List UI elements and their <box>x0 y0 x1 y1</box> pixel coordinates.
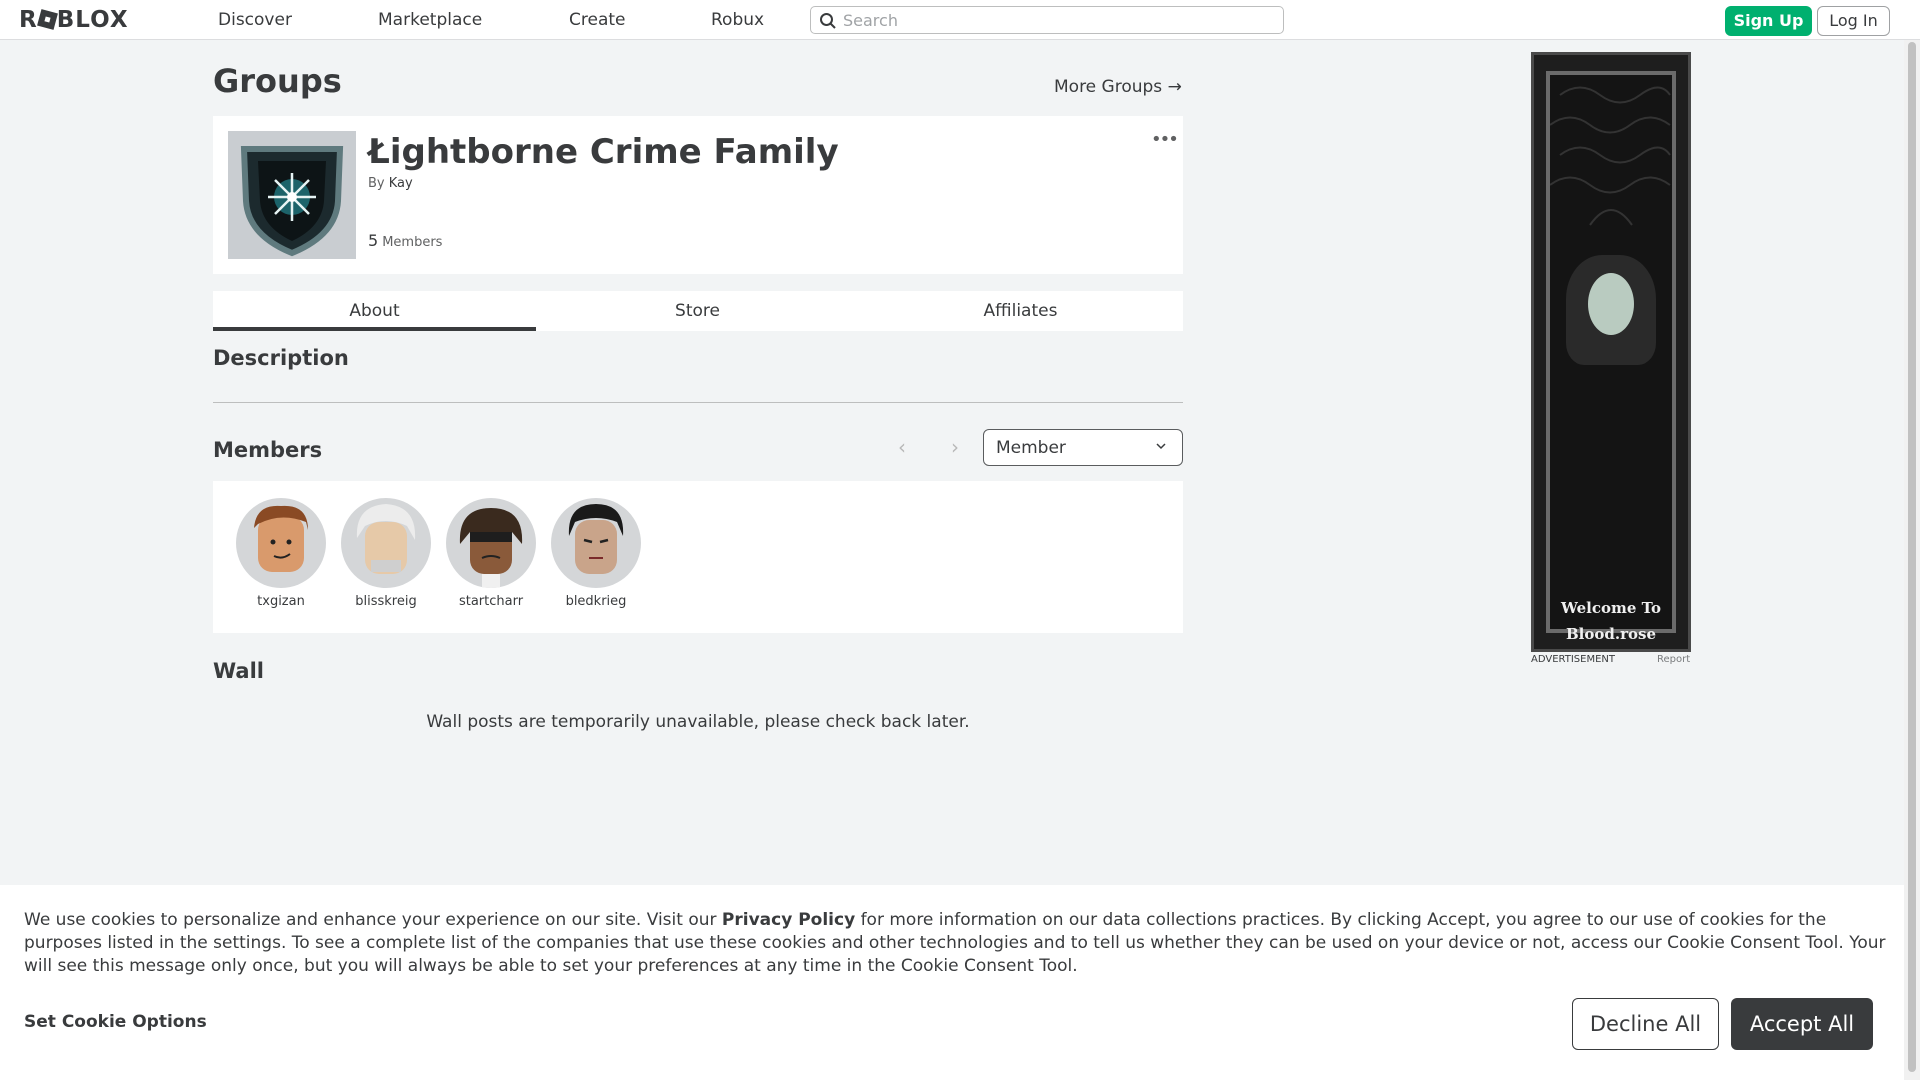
privacy-policy-link[interactable]: Privacy Policy <box>722 910 855 930</box>
signup-button[interactable]: Sign Up <box>1725 6 1812 36</box>
wall-unavailable-message: Wall posts are temporarily unavailable, … <box>426 712 970 732</box>
nav-robux[interactable]: Robux <box>711 10 764 30</box>
group-emblem <box>228 131 356 259</box>
member-card[interactable]: startcharr <box>439 498 543 609</box>
avatar <box>236 498 326 588</box>
members-heading: Members <box>213 438 323 462</box>
by-label: By <box>368 176 385 191</box>
search-input[interactable] <box>843 10 1273 30</box>
wall-heading: Wall <box>213 659 264 683</box>
member-card[interactable]: blisskreig <box>334 498 438 609</box>
tab-affiliates[interactable]: Affiliates <box>859 291 1182 331</box>
set-cookie-options-link[interactable]: Set Cookie Options <box>24 1012 207 1032</box>
description-heading: Description <box>213 346 349 370</box>
member-name: txgizan <box>257 594 305 609</box>
ad-portrait-face <box>1588 273 1634 335</box>
role-select[interactable]: Member <box>983 429 1183 466</box>
chevron-left-icon[interactable]: ‹ <box>898 435 906 459</box>
ad-pattern <box>1550 86 1671 226</box>
decline-all-button[interactable]: Decline All <box>1572 998 1719 1050</box>
members-list: txgizan blisskreig startcharr bledkrieg <box>213 481 1183 633</box>
role-select-value: Member <box>996 438 1066 458</box>
group-tabs: About Store Affiliates <box>213 291 1183 331</box>
login-button[interactable]: Log In <box>1817 6 1890 36</box>
more-groups-link[interactable]: More Groups → <box>1054 77 1182 97</box>
member-card[interactable]: bledkrieg <box>544 498 648 609</box>
ad-text: Welcome To Blood.rose <box>1550 595 1672 647</box>
page-title: Groups <box>213 62 342 100</box>
cookie-text-before: We use cookies to personalize and enhanc… <box>24 910 722 930</box>
top-navigation: R BLOX Discover Marketplace Create Robux … <box>0 0 1920 40</box>
page-scrollbar[interactable] <box>1904 40 1920 1080</box>
group-owner-line: By Kay <box>368 176 413 191</box>
group-header-card: Łightborne Crime Family By Kay 5 Members … <box>213 116 1183 274</box>
member-name: startcharr <box>458 594 524 609</box>
ad-text-line2: Blood.rose <box>1566 625 1656 643</box>
scrollbar-thumb[interactable] <box>1908 42 1916 1072</box>
avatar <box>551 498 641 588</box>
ellipsis-icon[interactable]: ••• <box>1151 129 1179 150</box>
ad-report-link[interactable]: Report <box>1657 654 1690 665</box>
member-name: bledkrieg <box>565 594 627 609</box>
nav-marketplace[interactable]: Marketplace <box>378 10 482 30</box>
roblox-logo[interactable]: R BLOX <box>19 7 129 33</box>
cookie-message: We use cookies to personalize and enhanc… <box>24 909 1890 978</box>
ad-label: ADVERTISEMENT <box>1531 654 1616 665</box>
member-card[interactable]: txgizan <box>229 498 333 609</box>
ad-portrait <box>1566 255 1656 365</box>
section-divider <box>213 402 1183 403</box>
group-member-count: 5 Members <box>368 231 442 250</box>
ad-text-line1: Welcome To <box>1560 599 1662 617</box>
tab-store[interactable]: Store <box>536 291 859 331</box>
nav-discover[interactable]: Discover <box>218 10 292 30</box>
cookie-banner: We use cookies to personalize and enhanc… <box>0 885 1904 1080</box>
member-name: blisskreig <box>355 594 417 609</box>
member-count-label: Members <box>382 235 443 250</box>
accept-all-button[interactable]: Accept All <box>1731 998 1873 1050</box>
advertisement-banner[interactable]: Welcome To Blood.rose <box>1531 52 1691 652</box>
member-count-value: 5 <box>368 231 379 250</box>
chevron-down-icon <box>1156 443 1166 450</box>
nav-create[interactable]: Create <box>569 10 626 30</box>
avatar <box>446 498 536 588</box>
ad-frame: Welcome To Blood.rose <box>1546 71 1676 643</box>
search-box[interactable] <box>810 6 1284 34</box>
group-name: Łightborne Crime Family <box>368 132 839 172</box>
chevron-right-icon[interactable]: › <box>951 435 959 459</box>
group-owner-link[interactable]: Kay <box>389 176 413 191</box>
avatar <box>341 498 431 588</box>
tab-about[interactable]: About <box>213 291 536 331</box>
search-icon <box>820 13 836 29</box>
